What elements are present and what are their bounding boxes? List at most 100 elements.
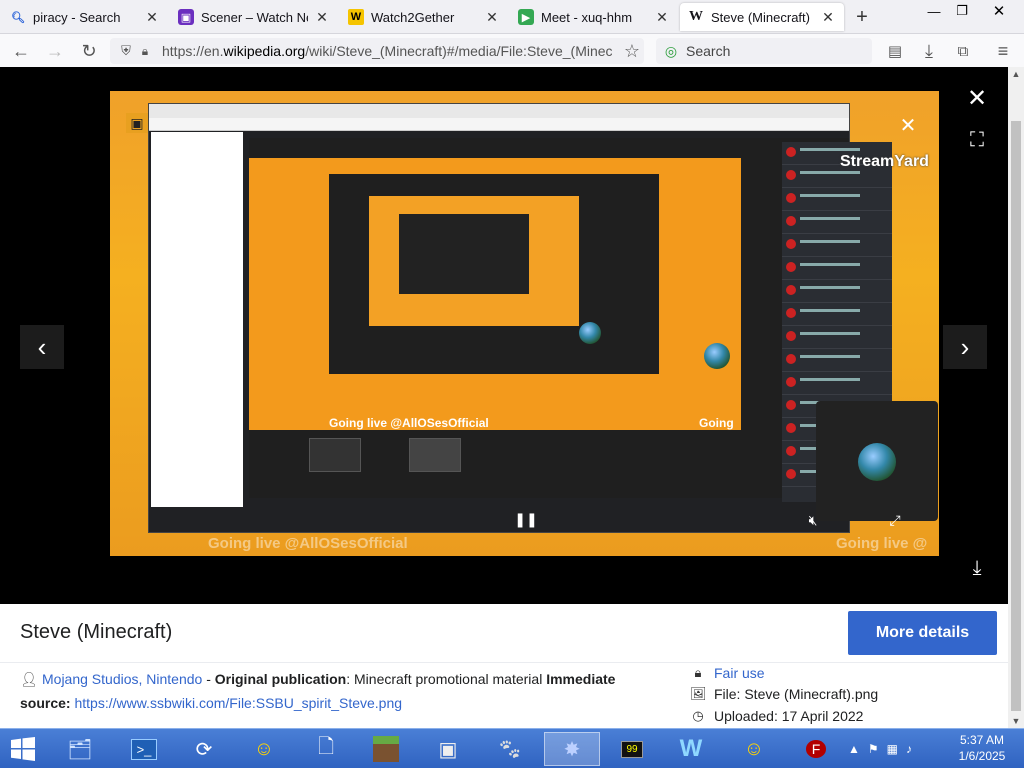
system-tray: ▲ ⚑ ▦ ♪ <box>848 729 920 768</box>
close-tab-icon[interactable]: ✕ <box>654 9 670 25</box>
close-window-button[interactable]: ✕ <box>982 0 1016 22</box>
downloads-icon[interactable]: ⤓ <box>916 38 942 64</box>
lock-icon[interactable]: 🔒︎ <box>136 44 154 59</box>
tab-steve-minecraft[interactable]: W Steve (Minecraft) - S ✕ <box>680 3 844 31</box>
wikipedia-icon: W <box>689 9 703 24</box>
meet-icon: ▶ <box>518 9 534 25</box>
more-details-button[interactable]: More details <box>848 611 997 655</box>
yahoo-messenger-icon[interactable]: ☺ <box>244 732 284 766</box>
media-title: Steve (Minecraft) <box>20 621 173 643</box>
back-button[interactable]: ← <box>8 38 34 64</box>
new-tab-button[interactable]: + <box>850 5 874 29</box>
file-row: 🖼︎ File: Steve (Minecraft).png <box>690 686 878 702</box>
mute-icon[interactable]: 🔇︎ <box>804 511 822 529</box>
system-clock[interactable]: 5:37 AM 1/6/2025 <box>952 732 1012 764</box>
sync-icon[interactable]: ⟳ <box>184 732 224 766</box>
windows-logo-icon <box>11 737 35 761</box>
search-box[interactable]: ◎ Search <box>656 38 872 64</box>
tab-title: piracy - Search <box>33 9 121 25</box>
wikipedia-w-icon[interactable]: W <box>666 732 716 766</box>
tray-expand-icon[interactable]: ▲ <box>848 742 860 756</box>
image-icon: 🖼︎ <box>690 686 707 701</box>
search-placeholder: Search <box>686 43 731 59</box>
media-image[interactable]: Going live @AllOSesOfficial Going Stream… <box>110 91 939 556</box>
next-image-button[interactable]: › <box>943 325 987 369</box>
download-icon[interactable]: ⤓ <box>962 553 992 583</box>
divider <box>0 662 1008 663</box>
original-publication-label: Original publication <box>214 671 347 687</box>
start-button[interactable] <box>0 729 46 768</box>
close-viewer-button[interactable]: ✕ <box>962 83 992 113</box>
network-icon[interactable]: ▦ <box>887 742 898 756</box>
minecraft-icon[interactable] <box>366 732 406 766</box>
restore-button[interactable]: ❐ <box>946 0 978 22</box>
close-tab-icon[interactable]: ✕ <box>484 9 500 25</box>
scroll-up-icon[interactable]: ▲ <box>1008 67 1024 81</box>
volume-icon[interactable]: ♪ <box>906 742 912 756</box>
powershell-icon[interactable]: >_ <box>124 732 164 766</box>
close-tab-icon[interactable]: ✕ <box>820 9 836 25</box>
going-banner-inner: Going <box>699 416 734 430</box>
source-link[interactable]: https://www.ssbwiki.com/File:SSBU_spirit… <box>74 695 402 711</box>
separator: - <box>202 671 215 687</box>
image-capture-icon: ▣ <box>126 113 148 133</box>
shield-icon[interactable]: ⛨ <box>116 43 136 59</box>
license-row: 🔒︎ Fair use <box>690 665 765 681</box>
ball-icon[interactable]: ✸ <box>544 732 600 766</box>
clock-time: 5:37 AM <box>959 733 1005 747</box>
tab-scener[interactable]: ▣ Scener – Watch Netfl ✕ <box>170 3 338 31</box>
license-link[interactable]: Fair use <box>714 665 765 681</box>
streamyard-logo: StreamYard <box>840 153 929 170</box>
image-inner-browser: Going live @AllOSesOfficial Going <box>148 103 892 533</box>
forward-button[interactable]: → <box>42 38 68 64</box>
url-text[interactable]: https://en.wikipedia.org/wiki/Steve_(Min… <box>162 43 612 59</box>
close-tab-icon[interactable]: ✕ <box>144 9 160 25</box>
yahoo-icon[interactable]: ☺ <box>734 732 774 766</box>
library-icon[interactable]: ▤ <box>882 38 908 64</box>
image-close-icon: ✕ <box>899 114 917 137</box>
tab-watch2gether[interactable]: W Watch2Gether ✕ <box>340 3 508 31</box>
search-icon: 🔍︎ <box>11 11 25 24</box>
windows-taskbar: 🗂︎ >_ ⟳ ☺ 🗋︎ ▣ 🐾︎ ✸ 99 W ☺ F ▲ ⚑ ▦ ♪ 5:3… <box>0 728 1024 768</box>
tab-strip: 🔍︎ piracy - Search ✕ ▣ Scener – Watch Ne… <box>0 0 1024 34</box>
gimp-icon[interactable]: 🐾︎ <box>490 732 530 766</box>
expand-icon[interactable]: ⤢ <box>886 511 904 529</box>
filezilla-icon[interactable]: F <box>796 732 836 766</box>
credit-line: 👤︎ Mojang Studios, Nintendo - Original pu… <box>20 667 660 715</box>
search-engine-icon: ◎ <box>664 42 678 59</box>
tab-piracy-search[interactable]: 🔍︎ piracy - Search ✕ <box>2 3 168 31</box>
address-bar[interactable]: ⛨ 🔒︎ https://en.wikipedia.org/wiki/Steve… <box>110 38 644 64</box>
extensions-icon[interactable]: ⧉ <box>950 38 976 64</box>
pause-icon[interactable]: ❚❚ <box>514 511 537 527</box>
camera-thumbnail <box>816 401 938 521</box>
tab-meet[interactable]: ▶ Meet - xuq-hhm ✕ <box>510 3 678 31</box>
document-icon[interactable]: 🗋︎ <box>306 732 346 766</box>
fullscreen-icon[interactable]: ⛶ <box>962 125 992 155</box>
tab-title: Watch2Gether <box>371 9 455 25</box>
original-publication-value: : Minecraft promotional material <box>346 671 547 687</box>
uploaded-row: ◷ Uploaded: 17 April 2022 <box>690 708 863 724</box>
media-info-panel: Steve (Minecraft) More details 👤︎ Mojang … <box>0 604 1008 728</box>
page-scrollbar[interactable]: ▲ ▼ <box>1008 67 1024 728</box>
lock-icon: 🔒︎ <box>694 665 702 680</box>
bookmark-star-icon[interactable]: ☆ <box>624 41 640 62</box>
media-icon[interactable]: ▣ <box>428 732 468 766</box>
author-link[interactable]: Mojang Studios, Nintendo <box>42 671 202 687</box>
going-live-overlay: Going live @AllOSesOfficial <box>208 535 408 552</box>
close-tab-icon[interactable]: ✕ <box>314 9 330 25</box>
terminal-icon[interactable]: 99 <box>612 732 652 766</box>
uploaded-date: Uploaded: 17 April 2022 <box>714 708 864 724</box>
scroll-down-icon[interactable]: ▼ <box>1008 714 1024 728</box>
windows-explorer-icon[interactable]: 🗂︎ <box>60 732 100 766</box>
going-live-banner-inner: Going live @AllOSesOfficial <box>329 416 489 430</box>
previous-image-button[interactable]: ‹ <box>20 325 64 369</box>
media-viewer: 4 ✕ ⛶ ‹ › ⤓ Going live @AllOSesOfficial … <box>0 67 1008 604</box>
scrollbar-thumb[interactable] <box>1011 121 1021 711</box>
scener-icon: ▣ <box>178 9 194 25</box>
file-name: File: Steve (Minecraft).png <box>714 686 879 702</box>
reload-button[interactable]: ↻ <box>76 38 102 64</box>
going-live-overlay-right: Going live @ <box>836 535 928 552</box>
clock-icon: ◷ <box>692 708 704 723</box>
menu-icon[interactable]: ≡ <box>990 38 1016 64</box>
tray-flag-icon[interactable]: ⚑ <box>868 742 879 756</box>
